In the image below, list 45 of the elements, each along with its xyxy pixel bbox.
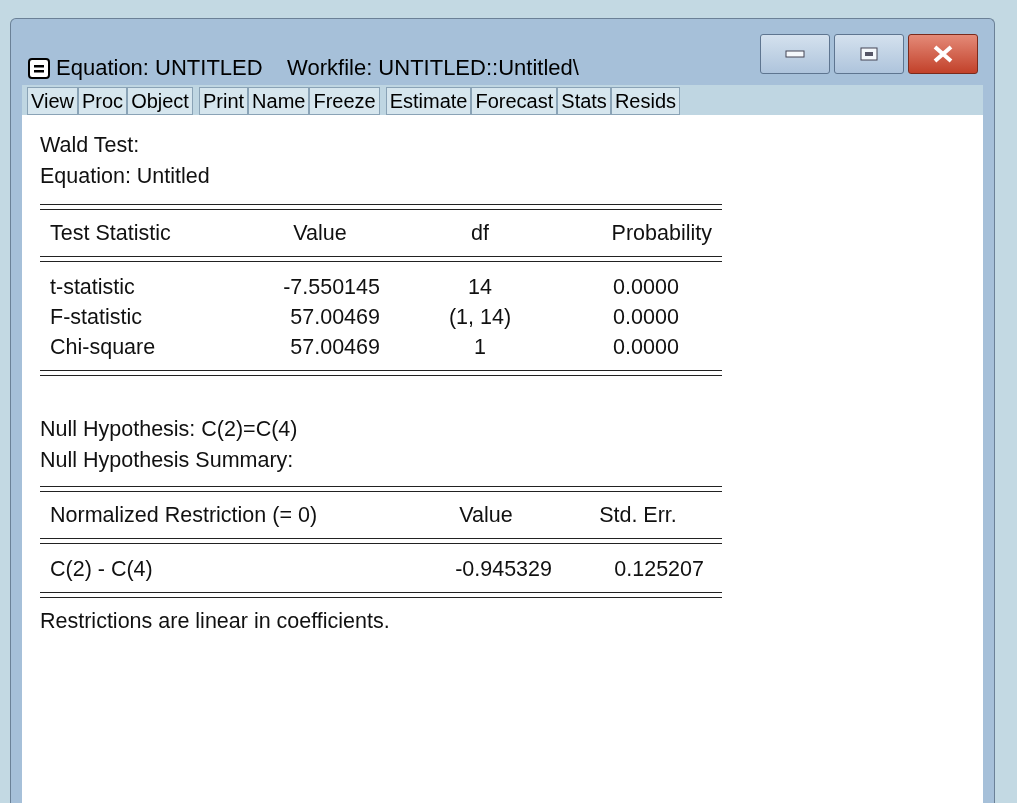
- table-cell-text: 0.0000: [612, 334, 680, 361]
- table-cell-text: 0.0000: [612, 304, 680, 331]
- output-text: Equation: Untitled: [40, 163, 211, 190]
- output-text: Wald Test:: [40, 132, 141, 159]
- table-cell-text: (1, 14): [447, 304, 513, 331]
- toolbar-button[interactable]: Proc: [78, 87, 128, 115]
- column-header: Value: [458, 502, 514, 529]
- toolbar-button[interactable]: Freeze: [309, 87, 380, 115]
- toolbar-button[interactable]: Name: [248, 87, 310, 115]
- output-text: Null Hypothesis: C(2)=C(4): [40, 416, 299, 443]
- maximize-button[interactable]: [834, 34, 904, 74]
- table-cell-text: Chi-square: [49, 334, 157, 361]
- table-cell-text: t-statistic: [49, 274, 136, 301]
- toolbar-button[interactable]: Stats: [557, 87, 611, 115]
- column-header: df: [470, 220, 490, 247]
- toolbar-button[interactable]: View: [27, 87, 78, 115]
- close-button[interactable]: [908, 34, 978, 74]
- column-header: Std. Err.: [598, 502, 678, 529]
- column-header: Test Statistic: [49, 220, 172, 247]
- table-cell-text: 57.00469: [289, 334, 381, 361]
- toolbar-button[interactable]: Estimate: [385, 87, 472, 115]
- column-header: Normalized Restriction (= 0): [49, 502, 319, 529]
- close-icon: [932, 45, 954, 63]
- window-title: Equation: UNTITLED Workfile: UNTITLED::Untitled\: [56, 57, 579, 79]
- table-cell-text: 14: [467, 274, 493, 301]
- table-cell-text: 0.0000: [612, 274, 680, 301]
- table-cell-text: F-statistic: [49, 304, 143, 331]
- menu-icon[interactable]: [28, 58, 50, 79]
- toolbar-button[interactable]: Forecast: [471, 87, 558, 115]
- toolbar-button[interactable]: Resids: [610, 87, 680, 115]
- output-text: Restrictions are linear in coefficients.: [40, 608, 391, 635]
- column-header: Probability: [610, 220, 713, 247]
- table-cell-text: C(2) - C(4): [49, 556, 154, 583]
- table-cell-text: -7.550145: [282, 274, 381, 301]
- table-cell-text: -0.945329: [454, 556, 553, 583]
- minimize-button[interactable]: [760, 34, 830, 74]
- toolbar-button[interactable]: Print: [198, 87, 249, 115]
- column-header: Value: [292, 220, 348, 247]
- table-cell-text: 0.125207: [613, 556, 705, 583]
- toolbar-button[interactable]: Object: [127, 87, 193, 115]
- minimize-icon: [785, 50, 805, 58]
- output-text: Null Hypothesis Summary:: [40, 447, 295, 474]
- maximize-icon: [860, 47, 878, 61]
- table-cell-text: 57.00469: [289, 304, 381, 331]
- table-cell-text: 1: [473, 334, 487, 361]
